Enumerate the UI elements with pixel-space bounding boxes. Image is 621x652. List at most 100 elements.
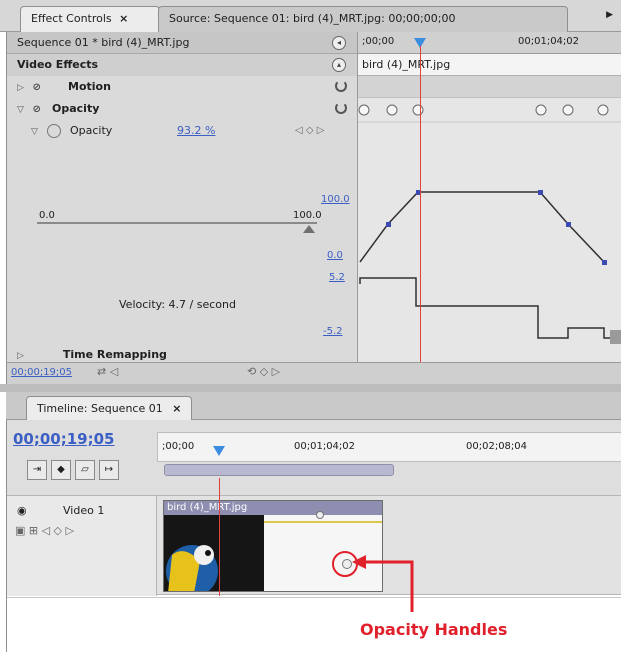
video-track-row: ◉ Video 1 ▣ ⊞ ◁ ◇ ▷ bird (4)_MRT.jpg: [7, 478, 621, 596]
opacity-value[interactable]: 93.2 %: [177, 120, 215, 142]
premiere-window: Effect Controls × Source: Sequence 01: b…: [0, 0, 621, 652]
ec-playhead-line: [420, 46, 421, 376]
ec-clip-bar: bird (4)_MRT.jpg: [358, 54, 621, 76]
video-effects-header: Video Effects: [17, 58, 99, 71]
video-track-header: ◉ Video 1 ▣ ⊞ ◁ ◇ ▷: [7, 496, 157, 596]
reset-icon[interactable]: [335, 80, 347, 92]
collapse-triangle-icon[interactable]: ▽: [17, 99, 29, 121]
ec-ruler-end: 00;01;04;02: [518, 36, 580, 47]
ec-clip-name: bird (4)_MRT.jpg: [362, 58, 451, 71]
expand-icon[interactable]: ▴: [332, 58, 346, 72]
graph-keyframe-point: [386, 222, 391, 227]
fx-toggle-icon[interactable]: ⊘: [33, 77, 49, 99]
keyframe-graph[interactable]: [358, 98, 621, 384]
opacity-slider[interactable]: [37, 222, 317, 224]
timeline-playhead-line: [219, 478, 220, 596]
keyframe-nav-icons[interactable]: ◁ ◇ ▷: [295, 120, 324, 142]
motion-effect-row[interactable]: ▷ ⊘ Motion: [7, 76, 357, 98]
tab-timeline[interactable]: Timeline: Sequence 01 ×: [26, 396, 193, 420]
opacity-property-row: ▽ Opacity 93.2 % ◁ ◇ ▷: [7, 120, 357, 142]
ec-time-ruler[interactable]: ;00;00 00;01;04;02: [358, 32, 621, 54]
effect-controls-panel: Sequence 01 * bird (4)_MRT.jpg ◂ Video E…: [6, 32, 621, 384]
keyframe-icon[interactable]: ▱: [75, 460, 95, 480]
ec-ruler-start: ;00;00: [362, 36, 395, 47]
eye-icon[interactable]: ◉: [17, 504, 27, 517]
motion-label: Motion: [68, 80, 111, 93]
timeline-playhead-handle[interactable]: [213, 446, 225, 456]
slider-thumb[interactable]: [303, 225, 315, 233]
opacity-prop-label: Opacity: [70, 124, 113, 137]
panel-tab-bar: Effect Controls × Source: Sequence 01: b…: [0, 0, 621, 32]
opacity-effect-row[interactable]: ▽ ⊘ Opacity: [7, 98, 357, 120]
ec-current-time[interactable]: 00;00;19;05: [11, 367, 72, 378]
tab-source-label: Source: Sequence 01: bird (4)_MRT.jpg: 0…: [169, 12, 456, 25]
graph-keyframe-point: [538, 190, 543, 195]
keyframe-marker: [412, 104, 424, 116]
ec-status-bar: 00;00;19;05 ⇄ ◁ ⟲ ◇ ▷: [7, 362, 621, 384]
keyframe-marker: [597, 104, 609, 116]
tab-effect-controls[interactable]: Effect Controls ×: [20, 6, 160, 32]
timeline-tab-label: Timeline: Sequence 01: [37, 402, 163, 415]
timeline-tab-bar: Timeline: Sequence 01 ×: [6, 392, 621, 420]
ruler-label: 00;01;04;02: [294, 441, 356, 452]
track-name: Video 1: [63, 504, 105, 517]
graph-top-value: 100.0: [321, 194, 350, 205]
range-max: 100.0: [293, 210, 322, 221]
timeline-header: 00;00;19;05 ⇥ ◆ ▱ ↦ ;00;00 00;01;04;02 0…: [7, 420, 621, 495]
timeline-empty-area: [7, 597, 621, 652]
sequence-header-row: Sequence 01 * bird (4)_MRT.jpg ◂: [7, 32, 357, 54]
timeline-ruler[interactable]: ;00;00 00;01;04;02 00;02;08;04: [157, 432, 621, 462]
keyframe-marker: [562, 104, 574, 116]
ec-nav-icons[interactable]: ⟲ ◇ ▷: [247, 365, 280, 378]
track-option-icons[interactable]: ▣ ⊞ ◁ ◇ ▷: [15, 524, 74, 537]
timeline-current-time[interactable]: 00;00;19;05: [13, 430, 115, 448]
video-effects-row: Video Effects ▴: [7, 54, 357, 76]
velocity-top-value: 5.2: [329, 272, 345, 283]
graph-keyframe-point: [602, 260, 607, 265]
keyframe-marker: [535, 104, 547, 116]
ec-empty-track: [358, 76, 621, 98]
tab-source-monitor[interactable]: Source: Sequence 01: bird (4)_MRT.jpg: 0…: [158, 6, 568, 32]
ruler-label: ;00;00: [162, 441, 195, 452]
show-hide-timeline-icon[interactable]: ◂: [332, 36, 346, 50]
graph-keyframe-point: [566, 222, 571, 227]
panel-menu-icon[interactable]: ▶: [606, 10, 613, 20]
reset-icon[interactable]: [335, 102, 347, 114]
close-icon[interactable]: ×: [172, 402, 181, 415]
close-icon[interactable]: ×: [119, 12, 128, 25]
opacity-handles-callout: Opacity Handles: [360, 620, 508, 639]
keyframe-marker: [358, 104, 370, 116]
velocity-bottom-value: -5.2: [323, 326, 343, 337]
effect-controls-timeline: ;00;00 00;01;04;02 bird (4)_MRT.jpg: [357, 32, 621, 384]
velocity-text: Velocity: 4.7 / second: [119, 298, 236, 311]
tab-effect-controls-label: Effect Controls: [31, 12, 112, 25]
ruler-label: 00;02;08;04: [466, 441, 528, 452]
effect-controls-properties: Sequence 01 * bird (4)_MRT.jpg ◂ Video E…: [7, 32, 357, 384]
ec-zoom-icons[interactable]: ⇄ ◁: [97, 365, 118, 378]
sequence-label: Sequence 01 * bird (4)_MRT.jpg: [17, 36, 190, 49]
stopwatch-icon[interactable]: [46, 124, 61, 138]
timeline-toolbar: ⇥ ◆ ▱ ↦: [27, 460, 177, 482]
scroll-thumb: [610, 330, 621, 344]
marker-icon[interactable]: ◆: [51, 460, 71, 480]
work-area-icon[interactable]: ↦: [99, 460, 119, 480]
fx-toggle-icon[interactable]: ⊘: [33, 99, 49, 121]
clip-title: bird (4)_MRT.jpg: [164, 501, 382, 515]
opacity-rubberband[interactable]: [264, 521, 382, 523]
expand-triangle-icon[interactable]: ▷: [17, 77, 29, 99]
panel-divider[interactable]: [0, 384, 621, 392]
timeline-panel: 00;00;19;05 ⇥ ◆ ▱ ↦ ;00;00 00;01;04;02 0…: [6, 420, 621, 652]
collapse-triangle-icon[interactable]: ▽: [31, 121, 43, 143]
snap-icon[interactable]: ⇥: [27, 460, 47, 480]
highlight-circle: [332, 551, 358, 577]
time-remapping-label: Time Remapping: [62, 348, 167, 361]
keyframe-marker: [386, 104, 398, 116]
clip-thumbnail: [164, 515, 264, 591]
range-min: 0.0: [39, 210, 55, 221]
work-area-bar[interactable]: [164, 464, 394, 476]
opacity-handle[interactable]: [316, 511, 324, 519]
opacity-section-label: Opacity: [52, 102, 100, 115]
bird-thumbnail-art: [164, 515, 264, 591]
video-clip[interactable]: bird (4)_MRT.jpg: [163, 500, 383, 592]
graph-bottom-value: 0.0: [327, 250, 343, 261]
